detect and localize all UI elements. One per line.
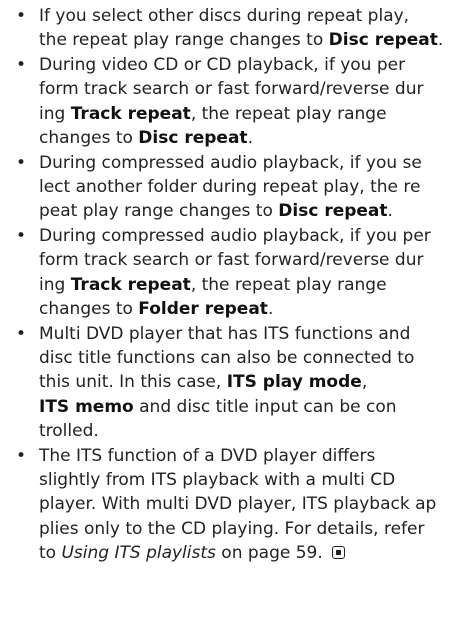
text-line: Multi DVD player that has ITS functions …: [39, 322, 450, 346]
text-run: The ITS function of a DVD player differs: [39, 445, 376, 466]
text-run: and disc title input can be con: [133, 396, 397, 417]
bold-term: Disc repeat: [328, 30, 438, 51]
text-run: , the repeat play range: [190, 103, 387, 124]
text-run: form track search or fast forward/revers…: [39, 79, 424, 100]
text-run: , the repeat play range: [190, 274, 387, 295]
text-line: form track search or fast forward/revers…: [39, 77, 450, 101]
bullet-icon: •: [16, 323, 27, 344]
text-line: this unit. In this case, ITS play mode,: [39, 370, 450, 394]
text-run: this unit. In this case,: [39, 372, 227, 393]
text-run: During compressed audio playback, if you…: [39, 226, 431, 247]
text-line: lect another folder during repeat play, …: [39, 175, 450, 199]
bullet-item: • If you select other discs during repeat…: [14, 4, 450, 53]
text-run: Multi DVD player that has ITS functions …: [39, 323, 411, 344]
text-line: form track search or fast forward/revers…: [39, 248, 450, 272]
bullet-item: • During compressed audio playback, if yo…: [14, 151, 450, 224]
text-run: ,: [361, 372, 368, 393]
text-line: changes to Disc repeat.: [39, 126, 450, 150]
text-line: During compressed audio playback, if you…: [39, 151, 450, 175]
bold-term: ITS memo: [39, 396, 134, 417]
text-line: ITS memo and disc title input can be con: [39, 395, 450, 419]
text-run: the repeat play range changes to: [39, 30, 329, 51]
manual-page: • If you select other discs during repeat…: [0, 0, 456, 641]
text-run: .: [267, 299, 274, 320]
text-run: on page 59.: [215, 543, 329, 564]
text-line: During compressed audio playback, if you…: [39, 224, 450, 248]
text-run: During video CD or CD playback, if you p…: [39, 55, 406, 76]
text-run: changes to: [39, 299, 139, 320]
bullet-item: • Multi DVD player that has ITS functions…: [14, 322, 450, 443]
text-line: player. With multi DVD player, ITS playb…: [39, 492, 450, 516]
text-run: plies only to the CD playing. For detail…: [39, 518, 425, 539]
bold-term: ITS play mode: [226, 372, 362, 393]
text-run: lect another folder during repeat play, …: [39, 177, 421, 198]
text-line: The ITS function of a DVD player differs: [39, 444, 450, 468]
text-line: ing Track repeat, the repeat play range: [39, 273, 450, 297]
text-line: slightly from ITS playback with a multi …: [39, 468, 450, 492]
text-run: trolled.: [39, 421, 99, 442]
text-run: .: [437, 30, 444, 51]
bullet-icon: •: [16, 226, 27, 247]
bullet-icon: •: [16, 152, 27, 173]
text-run: player. With multi DVD player, ITS playb…: [39, 494, 437, 515]
text-line: disc title functions can also be connect…: [39, 346, 450, 370]
text-line: ing Track repeat, the repeat play range: [39, 102, 450, 126]
text-line: During video CD or CD playback, if you p…: [39, 53, 450, 77]
bullet-icon: •: [16, 55, 27, 76]
text-run: .: [387, 201, 393, 222]
text-run: ing: [39, 103, 71, 124]
end-of-section-icon: [332, 546, 346, 560]
text-run: During compressed audio playback, if you…: [39, 152, 422, 173]
text-line: If you select other discs during repeat …: [39, 4, 450, 28]
text-run: form track search or fast forward/revers…: [39, 250, 424, 271]
text-line: trolled.: [39, 419, 450, 443]
text-run: ing: [39, 274, 71, 295]
text-line: plies only to the CD playing. For detail…: [39, 517, 450, 541]
text-run: disc title functions can also be connect…: [39, 348, 415, 369]
bullet-icon: •: [16, 6, 27, 26]
bold-term: Track repeat: [70, 274, 191, 295]
bold-term: Disc repeat: [138, 127, 248, 148]
text-line: the repeat play range changes to Disc re…: [39, 28, 450, 52]
bullet-item: • The ITS function of a DVD player differ…: [14, 444, 450, 565]
cross-reference: Using ITS playlists: [61, 543, 216, 564]
text-line: peat play range changes to Disc repeat.: [39, 199, 450, 223]
bullet-item: • During video CD or CD playback, if you …: [14, 53, 450, 150]
bold-term: Folder repeat: [138, 299, 268, 320]
text-run: changes to: [39, 127, 139, 148]
bullet-list: • If you select other discs during repeat…: [14, 4, 450, 565]
text-line: changes to Folder repeat.: [39, 297, 450, 321]
text-run: .: [247, 127, 253, 148]
text-run: slightly from ITS playback with a multi …: [39, 470, 396, 491]
text-run: peat play range changes to: [39, 201, 279, 222]
text-line: to Using ITS playlists on page 59.: [39, 541, 450, 565]
bold-term: Track repeat: [70, 103, 191, 124]
bullet-item: • During compressed audio playback, if yo…: [14, 224, 450, 321]
bullet-icon: •: [16, 445, 27, 466]
bold-term: Disc repeat: [278, 201, 388, 222]
text-run: to: [39, 543, 62, 564]
text-run: If you select other discs during repeat …: [39, 6, 410, 26]
